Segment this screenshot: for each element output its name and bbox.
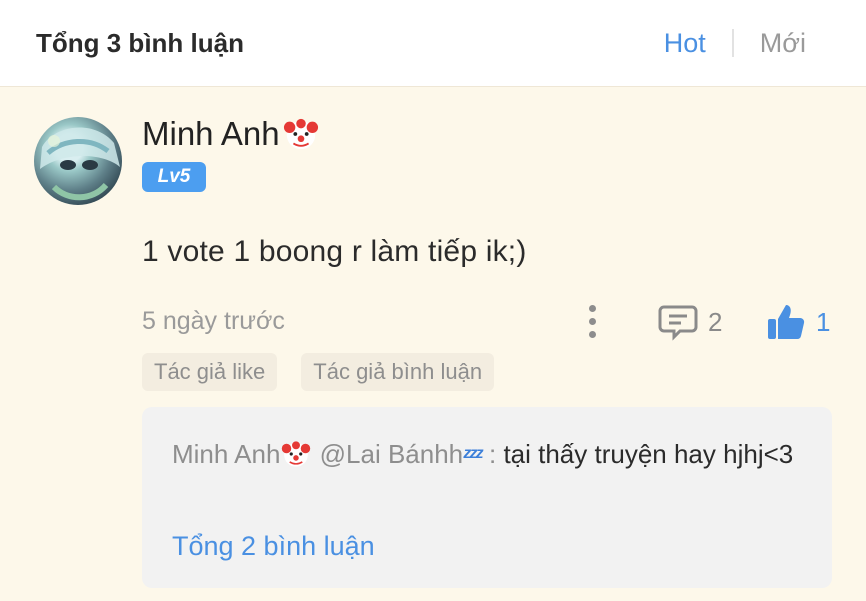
level-badge: Lv5 [142,162,206,192]
reply-text-line: Minh Anh @Lai Bánhhᶻᶻᶻ : tại thấy truyện… [172,437,812,473]
comment-timestamp: 5 ngày trước [142,306,285,335]
comments-header: Tổng 3 bình luận Hot Mới [0,0,866,87]
comment-username[interactable]: Minh Anh [142,115,320,153]
reply-author[interactable]: Minh Anh [172,439,280,469]
comment-meta: 5 ngày trước 2 1 [142,301,842,341]
username-text: Minh Anh [142,115,280,152]
clown-emoji-icon [282,441,311,467]
comment-bubble-icon [658,305,698,341]
reply-text: tại thấy truyện hay hjhj<3 [503,439,794,469]
sort-tabs: Hot Mới [664,28,830,59]
like-button[interactable]: 1 [766,303,830,341]
author-tags: Tác giả like Tác giả bình luận [142,353,495,391]
reply-button[interactable]: 2 [658,303,722,341]
reply-count: 2 [708,306,723,337]
reply-separator: : [488,439,497,469]
divider [731,29,734,57]
reply-preview[interactable]: Minh Anh @Lai Bánhhᶻᶻᶻ : tại thấy truyện… [142,407,832,588]
tag-author-commented: Tác giả bình luận [301,353,495,391]
avatar[interactable] [34,117,122,205]
like-count: 1 [816,306,831,337]
comments-count-title: Tổng 3 bình luận [36,27,244,58]
tab-new[interactable]: Mới [760,28,806,59]
more-options-icon[interactable] [582,301,602,341]
sleeping-emoji-icon: ᶻᶻᶻ [463,443,483,468]
tag-author-liked: Tác giả like [142,353,278,391]
tab-hot[interactable]: Hot [664,28,706,59]
reply-mention[interactable]: @Lai Bánhh [320,439,464,469]
comment-item: Minh Anh Lv5 1 vote 1 boong r làm tiếp i… [0,87,866,601]
view-all-replies-link[interactable]: Tổng 2 bình luận [172,531,375,562]
comment-text: 1 vote 1 boong r làm tiếp ik;) [142,235,527,268]
clown-emoji-icon [283,118,318,150]
thumbs-up-icon [768,305,805,340]
